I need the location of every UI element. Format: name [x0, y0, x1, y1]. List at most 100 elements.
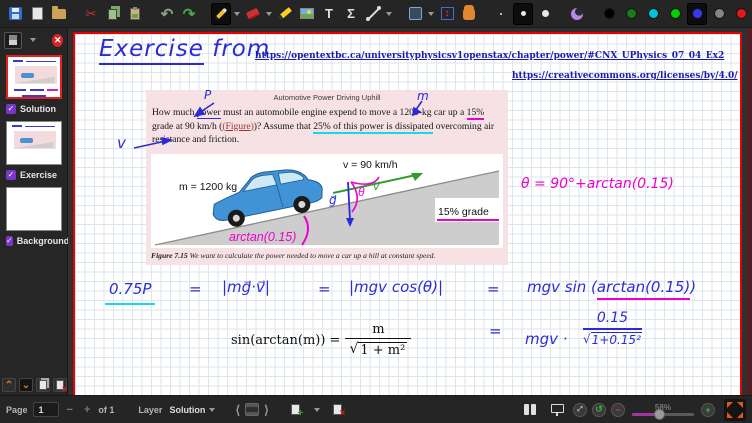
- eraser-tool-button[interactable]: [243, 3, 263, 25]
- stroke-fine-button[interactable]: [491, 3, 511, 25]
- text-tool-button[interactable]: T: [319, 3, 339, 25]
- save-icon[interactable]: [5, 3, 25, 25]
- zoom-slider[interactable]: [632, 413, 694, 416]
- layer-row-exercise[interactable]: ✓ Exercise: [0, 167, 67, 184]
- darkgreen-swatch-icon: [626, 8, 637, 19]
- notebook-page[interactable]: Exercise from https://opentextbc.ca/univ…: [73, 32, 742, 395]
- pen-options-chevron-icon[interactable]: [232, 3, 242, 25]
- redo-icon[interactable]: [179, 3, 199, 25]
- select-options-chevron-icon[interactable]: [426, 3, 436, 25]
- text-tool-label: T: [325, 7, 333, 20]
- add-layer-button[interactable]: [286, 399, 306, 421]
- fine-dot-icon: [500, 13, 502, 15]
- undo-icon[interactable]: [157, 3, 177, 25]
- layer-thumbnail-exercise[interactable]: [6, 121, 62, 165]
- paste-icon[interactable]: [125, 3, 145, 25]
- page-minus-button[interactable]: −: [64, 404, 76, 416]
- green-swatch-icon: [670, 8, 681, 19]
- zoom-in-button[interactable]: +: [701, 403, 715, 417]
- figure-link[interactable]: (Figure): [222, 121, 253, 132]
- pen-tool-button[interactable]: [211, 3, 231, 25]
- hand-tool-button[interactable]: [459, 3, 479, 25]
- layer-row-background[interactable]: ✓ Background: [0, 233, 67, 250]
- page-number-input[interactable]: 1: [33, 402, 59, 417]
- layer-select-dropdown[interactable]: Solution: [167, 405, 217, 415]
- color-blue-swatch[interactable]: [687, 3, 707, 25]
- page-plus-button[interactable]: +: [81, 404, 93, 416]
- stroke-medium-button[interactable]: [513, 3, 533, 25]
- insert-image-button[interactable]: [297, 3, 317, 25]
- select-rectangle-button[interactable]: [405, 3, 425, 25]
- gravity-vector-label: g⃗: [329, 193, 337, 207]
- exercise-screenshot-box: Automotive Power Driving Uphill How much…: [146, 90, 508, 265]
- eq2-prefix: mgv ·: [525, 330, 568, 348]
- eq1-dot-product: |mg⃗·v⃗|: [222, 278, 270, 296]
- math-tool-label: Σ: [347, 7, 355, 20]
- color-darkgreen-swatch[interactable]: [621, 3, 641, 25]
- sidebar-mode-chevron-icon[interactable]: [28, 29, 38, 51]
- annotation-v: v: [117, 134, 126, 152]
- close-sidebar-button[interactable]: ✕: [52, 34, 63, 47]
- layer-thumbnail-background[interactable]: [6, 187, 62, 231]
- move-layer-down-button[interactable]: [19, 378, 33, 392]
- delete-layer-button[interactable]: [328, 399, 348, 421]
- color-green-swatch[interactable]: [665, 3, 685, 25]
- layer-name-exercise: Exercise: [20, 170, 57, 180]
- source-link-1[interactable]: https://opentextbc.ca/universityphysicsv…: [255, 51, 724, 61]
- color-cyan-swatch[interactable]: [643, 3, 663, 25]
- new-document-icon[interactable]: [27, 3, 47, 25]
- delete-page-button[interactable]: [53, 378, 67, 392]
- latex-numerator: m: [366, 322, 390, 338]
- layer-thumbnail-solution[interactable]: [6, 55, 62, 99]
- top-toolbar: T Σ: [0, 0, 752, 28]
- layer-stack-icon[interactable]: [245, 403, 259, 416]
- document-canvas[interactable]: Exercise from https://opentextbc.ca/univ…: [68, 28, 752, 395]
- zoom-slider-knob[interactable]: [654, 409, 665, 420]
- latex-fraction: m √1 + m²: [345, 322, 411, 358]
- exercise-paragraph: How much power must an automobile engine…: [152, 106, 504, 147]
- incline-figure-svg: m = 1200 kg v = 90 km/h v⃗ g⃗: [151, 154, 503, 248]
- layer-checkbox-background[interactable]: ✓: [6, 236, 13, 246]
- fill-icon: [571, 8, 583, 20]
- source-link-2[interactable]: https://creativecommons.org/licenses/by/…: [512, 71, 738, 81]
- color-black-swatch[interactable]: [599, 3, 619, 25]
- zoom-fit-button[interactable]: ⤢: [573, 403, 587, 417]
- color-gray-swatch[interactable]: [709, 3, 729, 25]
- layer-checkbox-solution[interactable]: ✓: [6, 104, 16, 114]
- duplicate-page-button[interactable]: [36, 378, 50, 392]
- fullscreen-button[interactable]: [724, 399, 746, 421]
- copy-icon[interactable]: [103, 3, 123, 25]
- highlighter-tool-button[interactable]: [275, 3, 295, 25]
- zoom-original-button[interactable]: ↺: [592, 403, 606, 417]
- layer-row-solution[interactable]: ✓ Solution: [0, 101, 67, 118]
- vertical-space-tool-button[interactable]: [437, 3, 457, 25]
- gray-swatch-icon: [714, 8, 725, 19]
- next-layer-button[interactable]: ⟩: [264, 403, 269, 417]
- eraser-options-chevron-icon[interactable]: [264, 3, 274, 25]
- vertical-scrollbar[interactable]: [747, 28, 752, 395]
- delete-page-icon: [56, 380, 64, 390]
- sin-arg-underlined: arctan(0.15): [597, 278, 690, 300]
- preview-mode-button[interactable]: [4, 32, 22, 49]
- duplicate-page-icon: [39, 380, 47, 390]
- para-text: resistance and friction.: [152, 134, 239, 145]
- color-red-swatch[interactable]: [731, 3, 751, 25]
- mini-url-mark: [25, 126, 55, 127]
- mini-car: [20, 138, 33, 143]
- shape-options-chevron-icon[interactable]: [384, 3, 394, 25]
- stroke-thick-button[interactable]: [535, 3, 555, 25]
- shape-line-tool-button[interactable]: [363, 3, 383, 25]
- layer-checkbox-exercise[interactable]: ✓: [6, 170, 16, 180]
- paired-pages-button[interactable]: [520, 399, 540, 421]
- math-tex-tool-button[interactable]: Σ: [341, 3, 361, 25]
- zoom-out-button[interactable]: −: [611, 403, 625, 417]
- clipboard-icon: [130, 8, 140, 20]
- cut-icon[interactable]: [81, 3, 101, 25]
- fill-tool-button[interactable]: [567, 3, 587, 25]
- open-folder-icon[interactable]: [49, 3, 69, 25]
- previous-layer-button[interactable]: ⟨: [235, 403, 240, 417]
- add-layer-chevron-icon[interactable]: [312, 399, 322, 421]
- presentation-mode-button[interactable]: [547, 399, 567, 421]
- para-15pct-underlined: 15%: [467, 107, 485, 120]
- move-layer-up-button[interactable]: [2, 378, 16, 392]
